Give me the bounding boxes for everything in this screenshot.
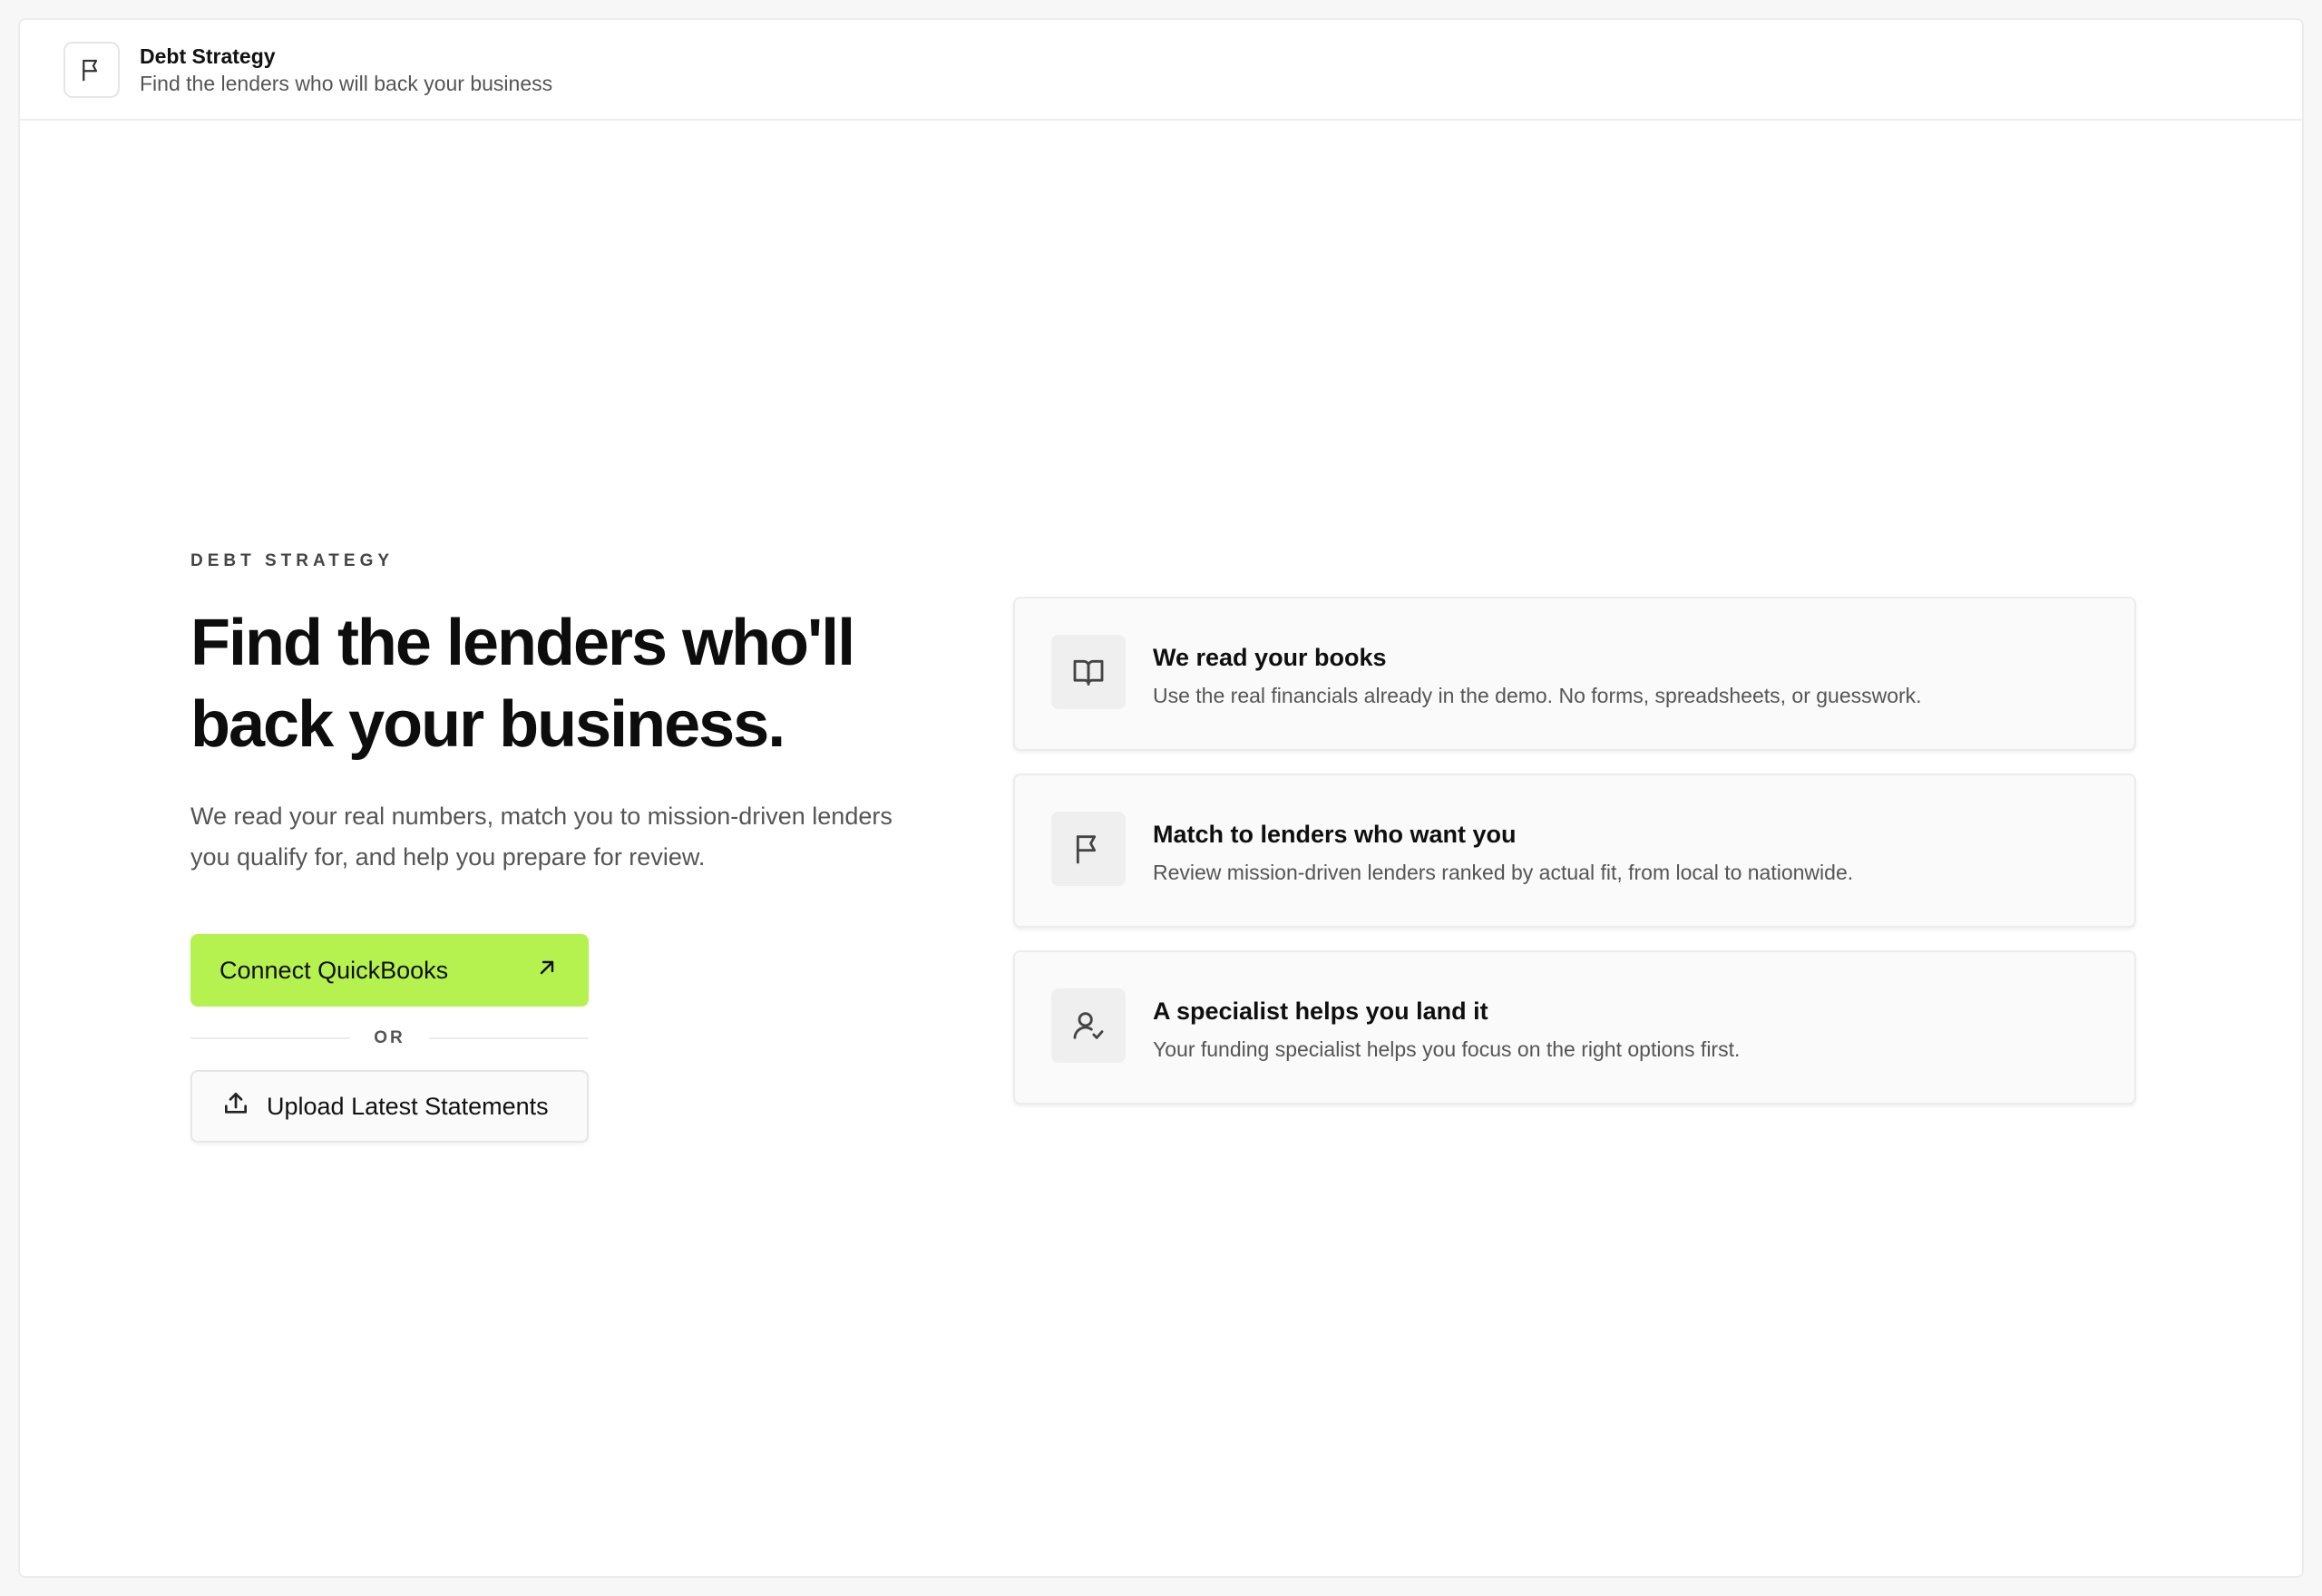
feature-card-books: We read your books Use the real financia… — [1013, 597, 2136, 751]
hero-eyebrow: DEBT STRATEGY — [190, 551, 395, 570]
feature-card-text: Match to lenders who want you Review mis… — [1153, 819, 1853, 886]
flag-icon — [63, 41, 120, 98]
flag-icon — [1051, 812, 1126, 886]
feature-card-text: A specialist helps you land it Your fund… — [1153, 996, 1740, 1063]
feature-description: Use the real financials already in the d… — [1153, 684, 1922, 707]
connect-quickbooks-label: Connect QuickBooks — [220, 956, 449, 984]
hero-lead: We read your real numbers, match you to … — [190, 803, 893, 871]
hero-section: DEBT STRATEGY Find the lenders who'll ba… — [190, 551, 961, 1143]
divider-line-right — [428, 1037, 589, 1039]
arrow-up-right-icon — [536, 957, 558, 985]
upload-statements-label: Upload Latest Statements — [267, 1092, 549, 1120]
divider-line-left — [190, 1037, 351, 1039]
feature-title: Match to lenders who want you — [1153, 821, 1517, 848]
book-open-icon — [1051, 635, 1126, 709]
feature-title: A specialist helps you land it — [1153, 998, 1488, 1025]
feature-list: We read your books Use the real financia… — [1013, 597, 2136, 1127]
feature-card-text: We read your books Use the real financia… — [1153, 642, 1922, 709]
page-title: Debt Strategy — [140, 44, 276, 68]
app-frame: Debt Strategy Find the lenders who will … — [18, 18, 2304, 1578]
or-divider: OR — [190, 1025, 589, 1052]
top-bar: Debt Strategy Find the lenders who will … — [20, 20, 2302, 121]
user-check-icon — [1051, 988, 1126, 1063]
or-label: OR — [374, 1028, 405, 1047]
feature-card-match: Match to lenders who want you Review mis… — [1013, 774, 2136, 928]
feature-description: Review mission-driven lenders ranked by … — [1153, 861, 1854, 884]
page-subtitle: Find the lenders who will back your busi… — [140, 71, 553, 95]
feature-description: Your funding specialist helps you focus … — [1153, 1037, 1741, 1061]
feature-card-specialist: A specialist helps you land it Your fund… — [1013, 950, 2136, 1105]
hero-headline: Find the lenders who'll back your busine… — [190, 607, 855, 761]
feature-title: We read your books — [1153, 644, 1387, 671]
upload-icon — [221, 1089, 267, 1124]
upload-statements-button[interactable]: Upload Latest Statements — [190, 1070, 589, 1143]
connect-quickbooks-button[interactable]: Connect QuickBooks — [190, 934, 589, 1007]
top-bar-text: Debt Strategy Find the lenders who will … — [140, 43, 552, 97]
